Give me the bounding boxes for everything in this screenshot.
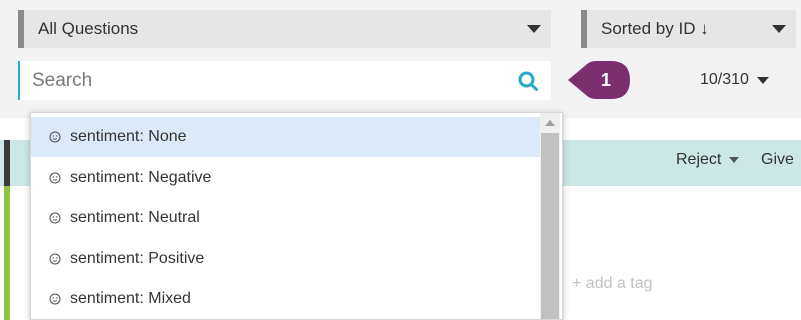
item-status-stripe <box>4 140 10 186</box>
reject-label: Reject <box>676 151 722 168</box>
suggestion-item-negative[interactable]: sentiment: Negative <box>31 158 541 198</box>
caret-down-icon <box>756 76 769 84</box>
smiley-icon <box>49 131 61 143</box>
suggestion-label: sentiment: Negative <box>70 168 212 186</box>
suggestion-list: sentiment: None sentiment: Negative sent… <box>31 117 541 319</box>
question-filter-select[interactable]: All Questions <box>18 10 551 48</box>
pagination-menu[interactable]: 10/310 <box>700 68 769 92</box>
caret-down-icon <box>772 25 786 33</box>
suggestion-label: sentiment: Mixed <box>70 290 191 307</box>
pagination-counter: 10/310 <box>700 71 749 88</box>
search-suggestions-dropdown: sentiment: None sentiment: Negative sent… <box>30 112 563 320</box>
search-box <box>18 60 551 101</box>
smiley-icon <box>49 171 61 184</box>
suggestion-label: sentiment: None <box>70 128 187 145</box>
suggestion-item-mixed[interactable]: sentiment: Mixed <box>31 279 541 319</box>
toolbar: All Questions Sorted by ID ↓ 1 10/310 <box>0 0 801 118</box>
suggestion-label: sentiment: Positive <box>70 249 205 267</box>
suggestion-item-none[interactable]: sentiment: None <box>31 117 541 157</box>
caret-down-icon <box>527 25 541 33</box>
item-status-stripe-green <box>4 186 10 320</box>
dropdown-scrollbar[interactable] <box>540 113 560 319</box>
search-icon[interactable] <box>517 70 539 92</box>
sort-select[interactable]: Sorted by ID ↓ <box>581 10 796 48</box>
suggestion-item-neutral[interactable]: sentiment: Neutral <box>31 198 541 238</box>
reject-button[interactable]: Reject <box>676 151 740 169</box>
sort-label: Sorted by ID ↓ <box>601 19 709 38</box>
add-tag-link[interactable]: + add a tag <box>572 275 653 293</box>
smiley-icon <box>49 252 61 265</box>
question-filter-label: All Questions <box>38 19 139 38</box>
caret-down-icon <box>729 157 740 163</box>
smiley-icon <box>49 212 61 224</box>
smiley-icon <box>49 293 61 305</box>
scroll-up-arrow-icon[interactable] <box>545 120 555 126</box>
suggestion-label: sentiment: Neutral <box>70 209 200 226</box>
search-input[interactable] <box>20 60 517 101</box>
give-button[interactable]: Give <box>761 151 794 169</box>
step-callout-number: 1 <box>600 69 611 90</box>
scrollbar-thumb[interactable] <box>541 133 559 319</box>
suggestion-item-positive[interactable]: sentiment: Positive <box>31 239 541 279</box>
